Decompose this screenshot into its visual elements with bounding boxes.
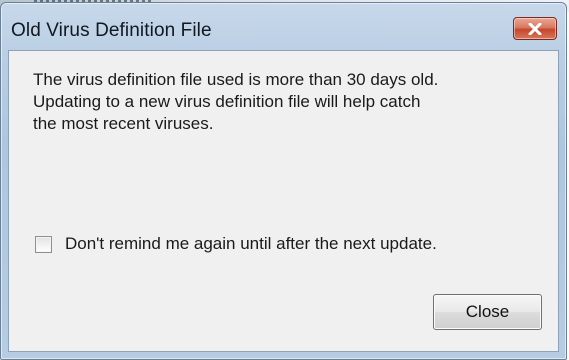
dialog-title: Old Virus Definition File [11,20,212,41]
title-close-button[interactable] [513,17,557,40]
dont-remind-checkbox[interactable] [35,235,52,253]
message-line: the most recent viruses. [33,114,214,133]
screen: Old Virus Definition File The virus defi… [0,0,569,360]
dont-remind-label[interactable]: Don't remind me again until after the ne… [65,234,437,254]
message-line: The virus definition file used is more t… [33,70,439,89]
dialog-window: Old Virus Definition File The virus defi… [0,2,567,360]
dont-remind-option[interactable]: Don't remind me again until after the ne… [35,234,437,254]
close-button[interactable]: Close [433,294,542,330]
close-icon [528,22,542,35]
dialog-body: The virus definition file used is more t… [8,50,559,352]
message-text: The virus definition file used is more t… [33,69,543,135]
message-line: Updating to a new virus definition file … [33,92,421,111]
